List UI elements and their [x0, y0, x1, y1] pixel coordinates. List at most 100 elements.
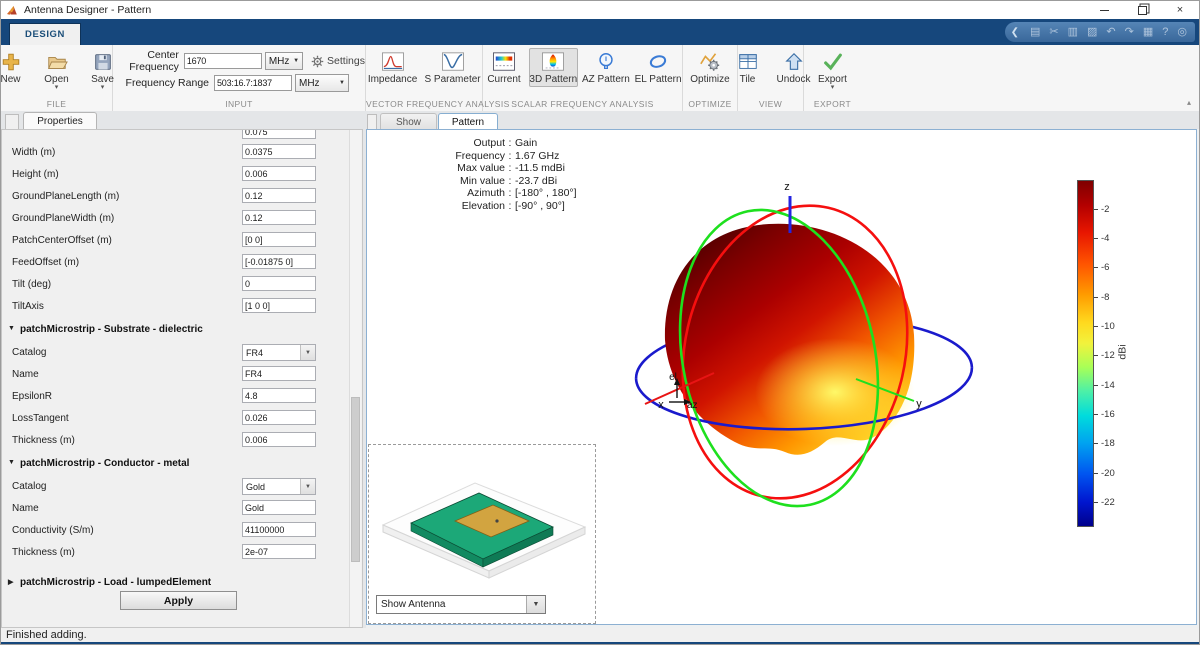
- impedance-plot-icon: [381, 51, 405, 73]
- substrate-thickness-input[interactable]: [242, 432, 316, 447]
- antenna-preview[interactable]: [369, 445, 595, 593]
- pattern-3d-icon: [541, 51, 565, 73]
- copy-icon[interactable]: ▥: [1068, 27, 1078, 38]
- new-icon: [0, 51, 22, 73]
- ribbon-section-scalar: Current 3D Pattern AZ Pattern EL Pattern: [483, 45, 683, 111]
- export-check-icon: [822, 51, 844, 73]
- tab-show[interactable]: Show: [380, 113, 437, 130]
- apply-button[interactable]: Apply: [120, 591, 237, 610]
- panel-tab-stub: [5, 114, 19, 130]
- undo-icon[interactable]: ↶: [1106, 27, 1115, 38]
- section-label-vector: VECTOR FREQUENCY ANALYSIS: [366, 99, 482, 109]
- substrate-name-input[interactable]: [242, 366, 316, 381]
- property-label: Height (m): [12, 169, 59, 180]
- close-button[interactable]: ×: [1161, 1, 1199, 19]
- section-label-input: INPUT: [113, 99, 365, 109]
- tab-pattern[interactable]: Pattern: [438, 113, 498, 130]
- figure-tab-stub: [367, 114, 377, 130]
- paste-icon[interactable]: ▨: [1087, 27, 1097, 38]
- section-expanded-icon: ▼: [8, 459, 15, 466]
- tiltaxis-input[interactable]: [242, 298, 316, 313]
- save-icon: [92, 51, 114, 73]
- chevron-down-icon: ▼: [293, 58, 299, 64]
- section-label-file: FILE: [1, 99, 112, 109]
- figure-tab-bar: Show Pattern: [366, 111, 1200, 129]
- ribbon-section-export: Export ▾ EXPORT: [804, 45, 861, 111]
- window-title: Antenna Designer - Pattern: [24, 4, 151, 16]
- collapse-chevron-icon[interactable]: ❮: [1011, 27, 1019, 38]
- cut-icon[interactable]: ✂: [1049, 27, 1058, 38]
- property-label: Thickness (m): [12, 547, 75, 558]
- status-text: Finished adding.: [6, 629, 87, 641]
- section-conductor[interactable]: ▼ patchMicrostrip - Conductor - metal: [2, 456, 342, 474]
- tick-mark: [1094, 502, 1098, 503]
- tick-mark: [1094, 385, 1098, 386]
- section-collapsed-icon: ▶: [8, 578, 13, 586]
- restore-button[interactable]: [1123, 1, 1161, 19]
- title-bar: Antenna Designer - Pattern ×: [1, 1, 1199, 19]
- center-frequency-input[interactable]: [184, 53, 262, 69]
- property-label: Width (m): [12, 147, 55, 158]
- patchcenteroffset-input[interactable]: [242, 232, 316, 247]
- losstangent-input[interactable]: [242, 410, 316, 425]
- ribbon-filler: ▴: [861, 45, 1199, 111]
- settings-button[interactable]: Settings: [311, 55, 365, 68]
- pattern-3d-button[interactable]: 3D Pattern: [529, 48, 578, 87]
- impedance-button[interactable]: Impedance: [366, 48, 419, 87]
- export-button[interactable]: Export ▾: [812, 48, 854, 92]
- tilt-input[interactable]: [242, 276, 316, 291]
- optimize-icon: [698, 51, 722, 73]
- height-input[interactable]: [242, 166, 316, 181]
- groundplanelength-input[interactable]: [242, 188, 316, 203]
- status-bar: Finished adding.: [1, 628, 1199, 642]
- center-frequency-unit-select[interactable]: MHz ▼: [265, 52, 303, 70]
- el-pattern-button[interactable]: EL Pattern: [634, 48, 682, 87]
- colorbar-tick: -20: [1101, 468, 1115, 479]
- property-label: Name: [12, 503, 39, 514]
- tile-button[interactable]: Tile: [727, 48, 769, 87]
- property-row-partial: [2, 129, 342, 144]
- tick-mark: [1094, 297, 1098, 298]
- help-icon[interactable]: ?: [1162, 27, 1168, 38]
- section-label-optimize: OPTIMIZE: [683, 99, 737, 109]
- substrate-catalog-select[interactable]: FR4▼: [242, 344, 316, 361]
- properties-scrollbar[interactable]: [349, 130, 361, 627]
- section-substrate[interactable]: ▼ patchMicrostrip - Substrate - dielectr…: [2, 322, 342, 340]
- scrollbar-thumb[interactable]: [351, 397, 360, 562]
- frequency-range-unit-select[interactable]: MHz ▼: [295, 74, 349, 92]
- show-antenna-select[interactable]: Show Antenna ▼: [376, 595, 546, 614]
- center-frequency-label: Center Frequency: [121, 49, 179, 73]
- conductor-thickness-input[interactable]: [242, 544, 316, 559]
- tab-design[interactable]: DESIGN: [9, 23, 81, 45]
- ribbon-section-file: New Open ▾ Save ▾ FILE: [1, 45, 113, 111]
- s-parameter-button[interactable]: S Parameter: [423, 48, 482, 87]
- tile-icon: [737, 51, 759, 73]
- conductor-catalog-select[interactable]: Gold▼: [242, 478, 316, 495]
- width-input[interactable]: [242, 144, 316, 159]
- chevron-down-icon: ▾: [831, 85, 835, 90]
- tab-properties[interactable]: Properties: [23, 112, 97, 130]
- az-pattern-button[interactable]: AZ Pattern: [582, 48, 631, 87]
- current-button[interactable]: Current: [483, 48, 525, 87]
- conductivity-input[interactable]: [242, 522, 316, 537]
- open-button[interactable]: Open ▾: [36, 48, 78, 92]
- groundplanewidth-input[interactable]: [242, 210, 316, 225]
- tick-mark: [1094, 443, 1098, 444]
- properties-tab-bar: Properties: [1, 111, 363, 129]
- feedoffset-input[interactable]: [242, 254, 316, 269]
- new-button[interactable]: New: [0, 48, 32, 92]
- epsilonr-input[interactable]: [242, 388, 316, 403]
- save-icon[interactable]: ▤: [1030, 27, 1040, 38]
- resources-icon[interactable]: ◎: [1177, 27, 1187, 38]
- layout-icon[interactable]: ▦: [1143, 27, 1153, 38]
- redo-icon[interactable]: ↷: [1125, 27, 1134, 38]
- property-label: Thickness (m): [12, 435, 75, 446]
- property-input[interactable]: [242, 129, 316, 139]
- minimize-button[interactable]: [1085, 1, 1123, 19]
- tick-mark: [1094, 267, 1098, 268]
- ribbon-section-input: Center Frequency MHz ▼ Settings: [113, 45, 366, 111]
- ribbon-collapse-icon[interactable]: ▴: [1187, 98, 1191, 107]
- antenna-designer-window: Antenna Designer - Pattern × DESIGN ❮ ▤ …: [0, 0, 1200, 645]
- frequency-range-input[interactable]: [214, 75, 292, 91]
- conductor-name-input[interactable]: [242, 500, 316, 515]
